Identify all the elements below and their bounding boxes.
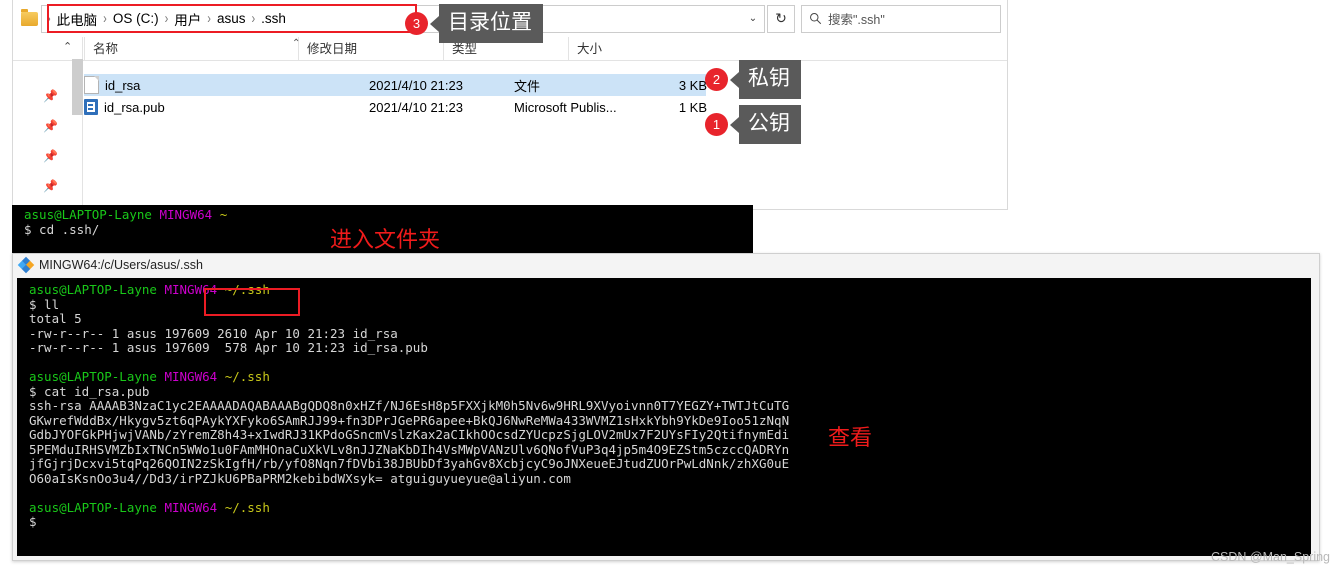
pin-icon: 📌	[43, 149, 58, 163]
callout-label: 私钥	[739, 60, 801, 100]
prompt-host: MINGW64	[164, 499, 218, 515]
terminal-prompt-line: asus@LAPTOP-Layne MINGW64 ~/.ssh	[29, 282, 1311, 298]
terminal-body[interactable]: asus@LAPTOP-Layne MINGW64 ~/.ssh $ ll to…	[17, 278, 1311, 556]
folder-icon	[21, 8, 38, 26]
callout-public-key: 1 公钥	[705, 105, 801, 145]
prompt-user: asus@LAPTOP-Layne	[24, 207, 152, 222]
terminal-output-line: -rw-r--r-- 1 asus 197609 2610 Apr 10 21:…	[29, 325, 398, 341]
terminal-title-bar: MINGW64:/c/Users/asus/.ssh	[13, 254, 1319, 276]
address-bar[interactable]: › 此电脑 › OS (C:) › 用户 › asus › .ssh ⌄	[41, 4, 765, 33]
callout-directory-location: 3 目录位置	[405, 4, 543, 44]
refresh-icon[interactable]: ↻	[767, 4, 795, 33]
terminal-prompt-line: asus@LAPTOP-Layne MINGW64 ~/.ssh	[29, 369, 1311, 385]
callout-arrow	[430, 15, 439, 32]
callout-label: 目录位置	[439, 4, 543, 44]
search-placeholder: 搜索".ssh"	[828, 13, 885, 27]
annotation-view: 查看	[828, 425, 873, 450]
chevron-down-icon[interactable]: ⌄	[742, 6, 764, 32]
breadcrumb-item-3[interactable]: asus	[212, 9, 251, 28]
publisher-file-icon	[84, 99, 98, 115]
prompt-user: asus@LAPTOP-Layne	[29, 282, 157, 297]
pubkey-line: ssh-rsa AAAAB3NzaC1yc2EAAAADAQABAAABgQDQ…	[29, 398, 790, 413]
callout-arrow	[730, 71, 739, 88]
table-row[interactable]: id_rsa 2021/4/10 21:23 文件 3 KB	[84, 74, 707, 96]
pubkey-line: GdbJYOFGkPHjwjVANb/zYremZ8h43+xIwdRJ31KP…	[29, 427, 790, 442]
search-box[interactable]: 搜索".ssh"	[801, 4, 1001, 33]
scrollbar-thumb[interactable]	[72, 59, 83, 115]
file-type: 文件	[514, 78, 541, 94]
pubkey-line: O60aIsKsnOo3u4//Dd3/irPZJkU6PBaPRM2kebib…	[29, 470, 571, 486]
terminal-output-line: total 5	[29, 311, 82, 326]
pin-icon: 📌	[43, 179, 58, 193]
prompt-host: MINGW64	[164, 282, 218, 297]
file-name: id_rsa.pub	[104, 99, 165, 115]
file-size: 1 KB	[678, 99, 707, 115]
callout-badge-2: 2	[705, 68, 728, 92]
table-row[interactable]: id_rsa.pub 2021/4/10 21:23 Microsoft Pub…	[84, 96, 707, 118]
terminal-cursor-line: $	[29, 514, 37, 529]
breadcrumb-item-1[interactable]: OS (C:)	[108, 9, 164, 28]
prompt-user: asus@LAPTOP-Layne	[29, 499, 157, 515]
watermark: CSDN @Man_Spring	[1211, 550, 1330, 564]
prompt-host: MINGW64	[164, 369, 218, 384]
callout-badge-3: 3	[405, 12, 428, 36]
breadcrumb-separator: ›	[251, 10, 256, 27]
breadcrumb: › 此电脑 › OS (C:) › 用户 › asus › .ssh	[42, 7, 742, 31]
breadcrumb-separator: ›	[207, 10, 211, 27]
terminal-command-cat: $ cat id_rsa.pub	[29, 383, 150, 399]
pin-icon: 📌	[43, 89, 58, 103]
pubkey-line: GKwrefWddBx/Hkygv5zt6qPAykYXFyko6SAmRJJ9…	[29, 412, 790, 428]
terminal-title-text: MINGW64:/c/Users/asus/.ssh	[39, 258, 203, 272]
pubkey-line: 5PEMduIRHSVMZbIxTNCn5WWo1u0FAmMHOnaCuXkV…	[29, 441, 790, 457]
prompt-host: MINGW64	[159, 207, 213, 222]
file-type: Microsoft Publis...	[514, 99, 617, 115]
callout-private-key: 2 私钥	[705, 60, 801, 100]
prompt-path: ~/.ssh	[224, 369, 270, 384]
file-name: id_rsa	[105, 77, 141, 93]
breadcrumb-item-4[interactable]: .ssh	[256, 9, 291, 28]
mingw64-terminal-window: MINGW64:/c/Users/asus/.ssh asus@LAPTOP-L…	[12, 253, 1320, 561]
navigation-pane: ⌃ 📌 📌 📌 📌	[13, 37, 83, 210]
prompt-path: ~/.ssh	[224, 499, 270, 515]
prompt-path: ~/.ssh	[224, 282, 270, 297]
chevron-up-icon[interactable]: ⌃	[63, 40, 72, 53]
file-size: 3 KB	[678, 77, 707, 93]
breadcrumb-separator: ›	[164, 10, 169, 27]
annotation-enter-folder: 进入文件夹	[330, 227, 441, 252]
file-date: 2021/4/10 21:23	[369, 99, 463, 115]
pubkey-line: jfGjrjDcxvi5tqPq26QOIN2zSkIgfH/rb/yfO8Nq…	[29, 456, 790, 471]
callout-badge-1: 1	[705, 113, 728, 137]
sort-ascending-icon: ⌃	[292, 38, 301, 49]
breadcrumb-separator: ›	[47, 10, 51, 27]
plain-file-icon	[84, 76, 99, 94]
prompt-user: asus@LAPTOP-Layne	[29, 369, 157, 384]
column-header-size[interactable]: 大小	[568, 37, 668, 61]
search-icon	[802, 12, 828, 25]
terminal-output-line: -rw-r--r-- 1 asus 197609 578 Apr 10 21:2…	[29, 340, 428, 355]
callout-arrow	[730, 116, 739, 133]
terminal-prompt-line: asus@LAPTOP-Layne MINGW64 ~	[24, 207, 753, 223]
terminal-command-ll: $ ll	[29, 296, 60, 312]
file-date: 2021/4/10 21:23	[369, 77, 463, 93]
prompt-path: ~	[219, 207, 228, 222]
column-header-name[interactable]: 名称	[84, 37, 298, 61]
breadcrumb-item-0[interactable]: 此电脑	[52, 7, 103, 31]
terminal-prompt-line: asus@LAPTOP-Layne MINGW64 ~/.ssh	[29, 499, 1311, 516]
callout-label: 公钥	[739, 105, 801, 145]
mingw-logo-icon	[17, 256, 35, 274]
breadcrumb-separator: ›	[103, 10, 107, 27]
breadcrumb-item-2[interactable]: 用户	[169, 7, 206, 31]
pin-icon: 📌	[43, 119, 58, 133]
